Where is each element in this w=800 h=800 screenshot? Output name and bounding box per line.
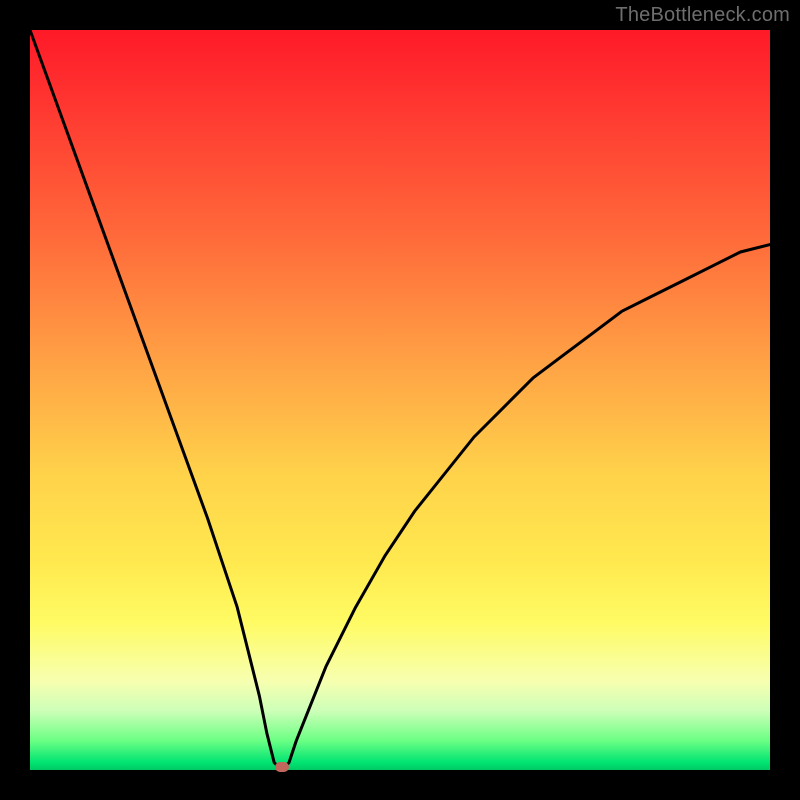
bottleneck-curve <box>30 30 770 770</box>
chart-frame: TheBottleneck.com <box>0 0 800 800</box>
optimum-marker <box>275 762 289 772</box>
plot-area <box>30 30 770 770</box>
curve-svg <box>30 30 770 770</box>
watermark-text: TheBottleneck.com <box>615 4 790 27</box>
